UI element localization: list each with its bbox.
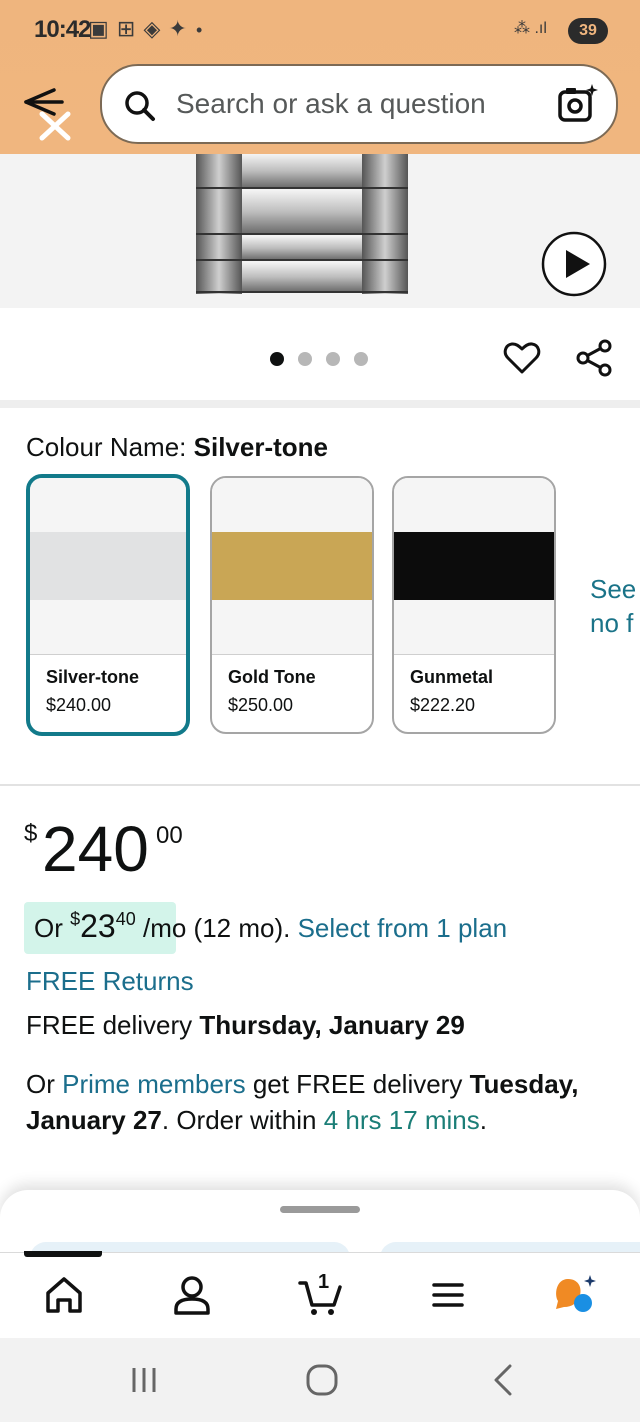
swatch-name: Gold Tone [228,667,316,687]
camera-search-icon[interactable] [556,82,600,126]
prime-delivery-info: Or Prime members get FREE delivery Tuesd… [26,1066,616,1138]
notification-icons: ▣ ⊞ ◈ ✦ [88,16,188,41]
top-header: 10:42 ▣ ⊞ ◈ ✦ • ⁂ .ıl 39 Search or ask a… [0,0,640,154]
search-icon [125,91,155,121]
prime-prefix: Or [26,1069,63,1099]
back-arrow-icon [24,88,71,141]
bottom-navigation: 1 [0,1251,640,1338]
search-bar[interactable]: Search or ask a question [100,64,618,144]
select-plan-link[interactable]: Select from 1 plan [298,913,508,943]
prime-end: . [479,1105,488,1135]
home-icon[interactable] [42,1273,86,1317]
see-more-options-link[interactable]: See no f [590,572,636,640]
free-delivery-info: FREE delivery Thursday, January 29 [26,1010,465,1041]
swatch-info: Silver-tone $240.00 [30,654,186,715]
selected-colour-value: Silver-tone [193,432,328,462]
free-delivery-date: Thursday, January 29 [199,1010,465,1040]
search-input[interactable]: Search or ask a question [176,88,486,120]
free-returns-link[interactable]: FREE Returns [26,966,194,997]
colour-name-label: Colour Name: Silver-tone [26,432,328,463]
section-divider [0,784,640,786]
nav-active-indicator [24,1251,102,1257]
swatch-gold-tone[interactable]: Gold Tone $250.00 [210,476,374,734]
installment-term: /mo (12 mo). [135,913,298,943]
status-time: 10:42 [34,16,91,43]
status-bar: 10:42 ▣ ⊞ ◈ ✦ • ⁂ .ıl 39 [0,0,640,60]
swatch-silver-tone[interactable]: Silver-tone $240.00 [26,474,190,736]
product-image [196,154,408,294]
see-more-line: See [590,574,637,604]
swatch-color-band [212,532,372,600]
bottom-sheet[interactable] [0,1190,640,1260]
swatch-color-band [30,532,186,600]
swatch-image [212,478,372,654]
order-within: . Order within [161,1105,324,1135]
account-icon[interactable] [170,1273,214,1317]
price-currency: $ [24,820,38,847]
sheet-drag-handle[interactable] [280,1206,360,1213]
carousel-dot[interactable] [326,352,340,366]
prime-members-link[interactable]: Prime members [62,1069,245,1099]
swatch-price: $240.00 [46,695,112,715]
share-icon[interactable] [574,338,614,378]
colour-label-prefix: Colour Name: [26,432,194,462]
price-fraction: 00 [156,822,183,849]
free-delivery-prefix: FREE delivery [26,1010,200,1040]
swatch-price: $222.20 [410,695,476,715]
heart-icon[interactable] [502,338,542,378]
carousel-dot[interactable] [270,352,284,366]
section-divider [0,400,640,408]
play-video-button[interactable] [540,230,608,298]
recent-apps-icon[interactable] [124,1360,164,1400]
swatch-price: $250.00 [228,695,294,715]
swatch-name: Gunmetal [410,667,494,687]
product-image-area[interactable] [0,154,640,308]
back-button-icon[interactable] [484,1360,524,1400]
swatch-gunmetal[interactable]: Gunmetal $222.20 [392,476,556,734]
home-button-icon[interactable] [302,1360,342,1400]
swatch-image [394,478,554,654]
price-whole: 240 [42,813,149,885]
cart-count-badge: 1 [318,1271,330,1293]
prime-mid: get FREE delivery [245,1069,470,1099]
battery-icon: 39 [568,18,608,44]
menu-icon[interactable] [426,1273,470,1317]
image-carousel-controls [0,308,640,400]
delivery-countdown: 4 hrs 17 mins [323,1105,480,1135]
swatch-color-band [394,532,554,600]
back-close-button[interactable] [18,80,82,144]
swatch-info: Gold Tone $250.00 [212,654,372,715]
carousel-dot[interactable] [298,352,312,366]
carousel-dot[interactable] [354,352,368,366]
installment-prefix: Or [34,913,71,943]
rufus-assistant-icon[interactable] [552,1273,596,1317]
installment-fraction: 40 [115,909,136,929]
installment-offer: Or $2340 /mo (12 mo). Select from 1 plan [34,908,507,945]
network-signal-icon: ⁂ .ıl [514,20,547,37]
see-more-line: no f [590,608,634,638]
swatch-image [30,478,186,654]
swatch-name: Silver-tone [46,667,140,687]
installment-whole: 23 [80,908,116,944]
swatch-info: Gunmetal $222.20 [394,654,554,715]
status-dot: • [196,20,203,40]
system-navigation-bar [0,1338,640,1422]
installment-currency: $ [70,909,81,929]
